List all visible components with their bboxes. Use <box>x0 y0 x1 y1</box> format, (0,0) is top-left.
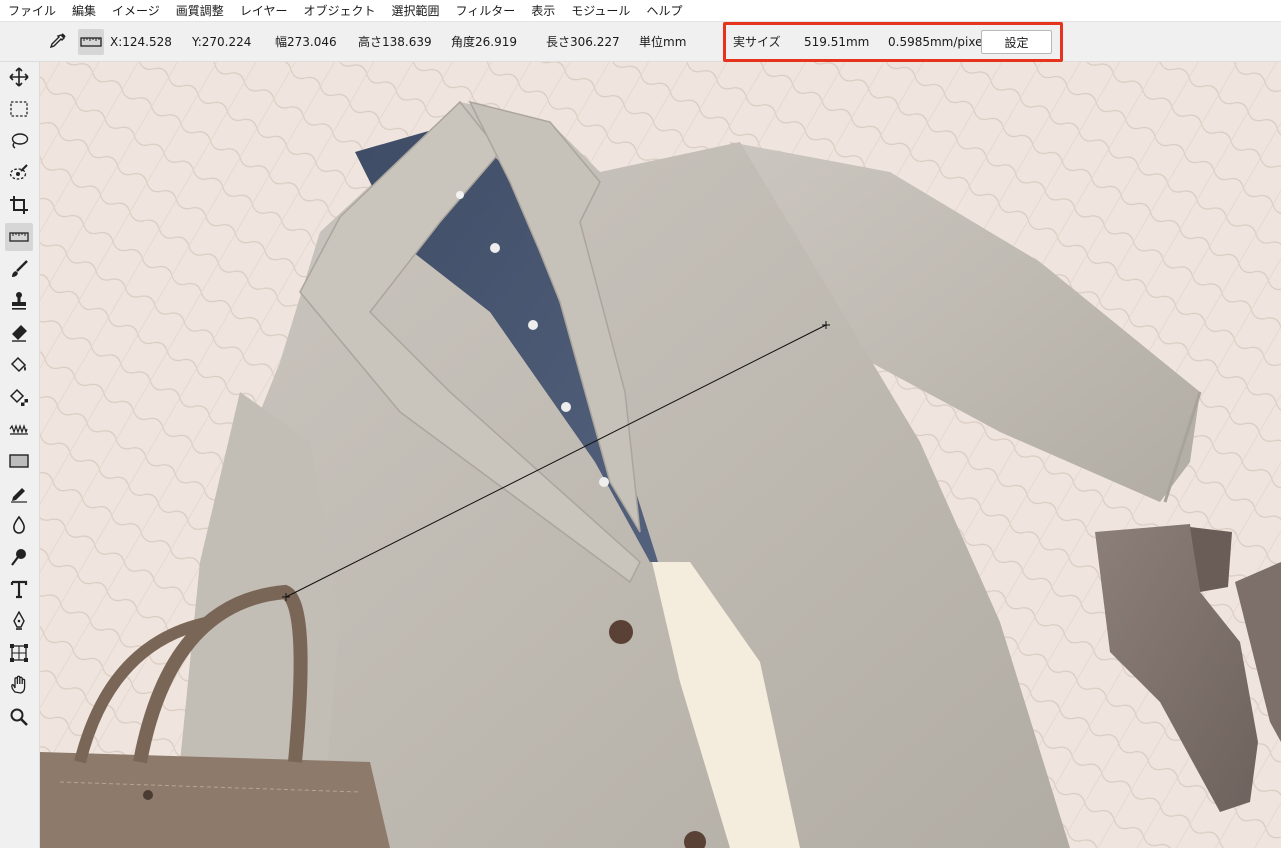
unit-readout: 単位mm <box>639 35 687 49</box>
menu-file[interactable]: ファイル <box>0 0 64 22</box>
magic-select-icon[interactable] <box>5 159 33 187</box>
drop-icon[interactable] <box>5 511 33 539</box>
length-readout: 長さ306.227 <box>546 35 620 49</box>
ruler-option-icon[interactable] <box>78 29 104 55</box>
real-size-value: 519.51mm <box>804 35 870 49</box>
menu-module[interactable]: モジュール <box>563 0 638 22</box>
edit-pen-icon[interactable] <box>5 479 33 507</box>
options-bar: X:124.528 Y:270.224 幅273.046 高さ138.639 角… <box>0 22 1281 62</box>
zoom-icon[interactable] <box>5 703 33 731</box>
menu-help[interactable]: ヘルプ <box>638 0 690 22</box>
image-canvas[interactable] <box>40 62 1281 848</box>
move-icon[interactable] <box>5 63 33 91</box>
y-readout: Y:270.224 <box>192 35 252 49</box>
menu-view[interactable]: 表示 <box>523 0 563 22</box>
photo <box>40 62 1281 848</box>
height-readout: 高さ138.639 <box>358 35 432 49</box>
hand-icon[interactable] <box>5 671 33 699</box>
menu-bar: ファイル 編集 イメージ 画質調整 レイヤー オブジェクト 選択範囲 フィルター… <box>0 0 1281 22</box>
eyedropper-icon[interactable] <box>44 29 70 55</box>
x-readout: X:124.528 <box>110 35 172 49</box>
lasso-icon[interactable] <box>5 127 33 155</box>
menu-select[interactable]: 選択範囲 <box>383 0 447 22</box>
menu-image[interactable]: イメージ <box>104 0 168 22</box>
dodge-icon[interactable] <box>5 543 33 571</box>
menu-filter[interactable]: フィルター <box>447 0 523 22</box>
brush-icon[interactable] <box>5 255 33 283</box>
set-button[interactable]: 設定 <box>981 30 1052 54</box>
menu-layer[interactable]: レイヤー <box>232 0 296 22</box>
crop-icon[interactable] <box>5 191 33 219</box>
pen-icon[interactable] <box>5 607 33 635</box>
stamp-icon[interactable] <box>5 287 33 315</box>
transform-icon[interactable] <box>5 639 33 667</box>
fill-icon[interactable] <box>5 351 33 379</box>
menu-object[interactable]: オブジェクト <box>295 0 383 22</box>
eraser-icon[interactable] <box>5 319 33 347</box>
rectangle-icon[interactable] <box>5 447 33 475</box>
width-readout: 幅273.046 <box>275 35 337 49</box>
scale-readout: 0.5985mm/pixel <box>888 35 986 49</box>
menu-edit[interactable]: 編集 <box>64 0 104 22</box>
wave-icon[interactable] <box>5 415 33 443</box>
real-size-label: 実サイズ <box>733 35 781 49</box>
angle-readout: 角度26.919 <box>451 35 517 49</box>
text-icon[interactable] <box>5 575 33 603</box>
ruler-icon[interactable] <box>5 223 33 251</box>
marquee-icon[interactable] <box>5 95 33 123</box>
gradient-fill-icon[interactable] <box>5 383 33 411</box>
tool-panel <box>0 62 40 848</box>
menu-adjust[interactable]: 画質調整 <box>168 0 232 22</box>
